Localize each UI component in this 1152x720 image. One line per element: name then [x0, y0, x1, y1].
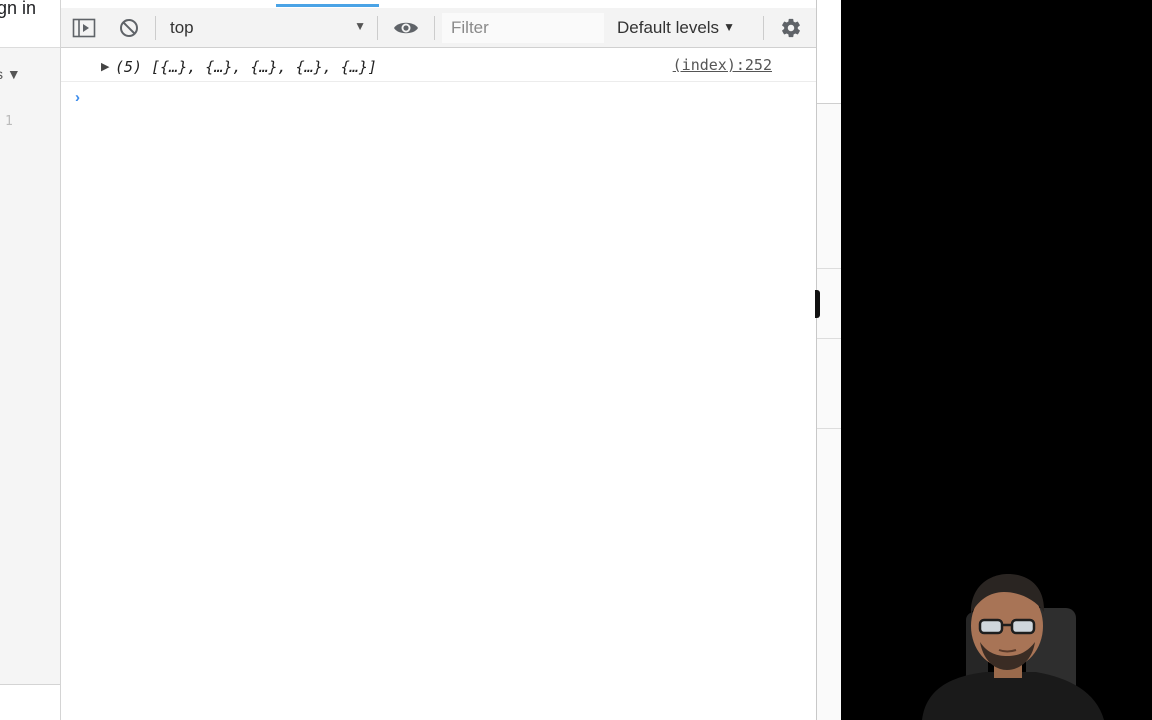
devtools-console-panel: top ▼ Default levels▼ ▶ (5) [{…}, {…}, {…: [61, 0, 816, 720]
console-output: ▶ (5) [{…}, {…}, {…}, {…}, {…}] (index):…: [61, 49, 816, 720]
toolbar-divider: [763, 16, 764, 40]
editor-panel-fragment: [0, 48, 60, 684]
page-footer-fragment: [0, 684, 60, 720]
gear-icon[interactable]: [779, 17, 803, 39]
filter-input[interactable]: [442, 13, 604, 43]
active-tab-indicator: [276, 4, 379, 7]
console-message-row[interactable]: ▶ (5) [{…}, {…}, {…}, {…}, {…}] (index):…: [61, 49, 816, 82]
browser-edge-fragment: [815, 0, 841, 720]
filter-field[interactable]: [442, 13, 604, 43]
divider: [817, 338, 841, 339]
dropdown-fragment[interactable]: s ▼: [0, 66, 21, 82]
log-levels-label: Default levels: [617, 18, 720, 37]
eye-icon[interactable]: [393, 17, 419, 39]
sign-in-link[interactable]: gn in: [0, 0, 36, 19]
source-link[interactable]: (index):252: [673, 56, 772, 74]
line-number: 1: [5, 114, 13, 129]
console-prompt-icon[interactable]: ›: [75, 89, 80, 106]
toolbar-divider: [377, 16, 378, 40]
toolbar-divider: [155, 16, 156, 40]
show-sidebar-icon[interactable]: [72, 17, 96, 39]
webcam-presenter-video: [900, 560, 1110, 720]
chevron-down-icon: ▼: [354, 19, 366, 33]
context-value: top: [170, 18, 194, 37]
divider: [817, 268, 841, 269]
console-message-text[interactable]: (5) [{…}, {…}, {…}, {…}, {…}]: [115, 58, 377, 76]
console-toolbar: top ▼ Default levels▼: [61, 8, 816, 48]
divider: [817, 428, 841, 429]
expand-triangle-icon[interactable]: ▶: [101, 60, 109, 73]
clear-console-icon[interactable]: [117, 17, 141, 39]
toolbar-divider: [434, 16, 435, 40]
execution-context-select[interactable]: top ▼: [161, 8, 371, 48]
browser-edge-top: [817, 0, 841, 104]
chevron-down-icon: ▼: [723, 20, 735, 34]
resize-handle[interactable]: [815, 290, 820, 318]
underlying-page-fragment: gn in s ▼ 1: [0, 0, 61, 720]
log-levels-dropdown[interactable]: Default levels ▼: [617, 18, 735, 38]
